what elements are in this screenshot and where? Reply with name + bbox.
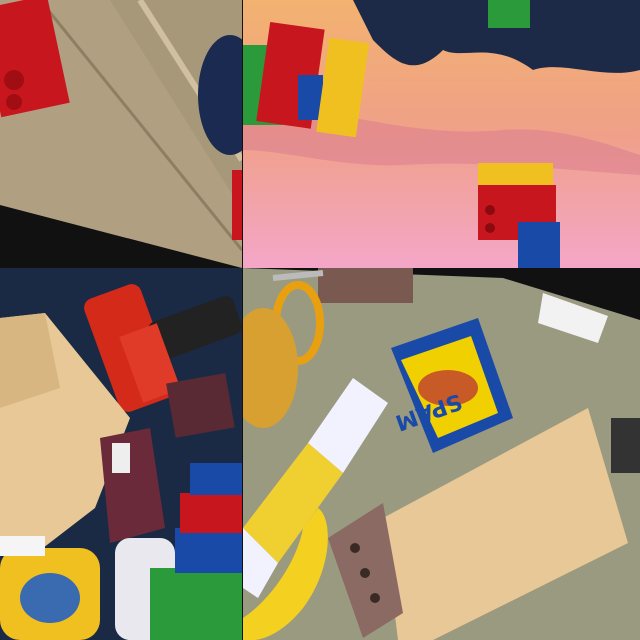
carpet-scene: SPAM	[243, 268, 640, 640]
brown-brick	[166, 373, 235, 438]
brown-box	[318, 268, 413, 303]
dark-object	[611, 418, 640, 473]
yellow-bottle	[0, 536, 100, 640]
image-collage: SPAM	[0, 0, 640, 640]
quadrant-bottom-right: SPAM	[243, 268, 640, 640]
sky-scene	[243, 0, 640, 268]
floor-scene	[0, 0, 242, 268]
toys-scene	[0, 268, 242, 640]
quadrant-top-left	[0, 0, 242, 268]
green-brick	[488, 0, 530, 28]
quadrant-bottom-left	[0, 268, 242, 640]
quadrant-top-right	[243, 0, 640, 268]
